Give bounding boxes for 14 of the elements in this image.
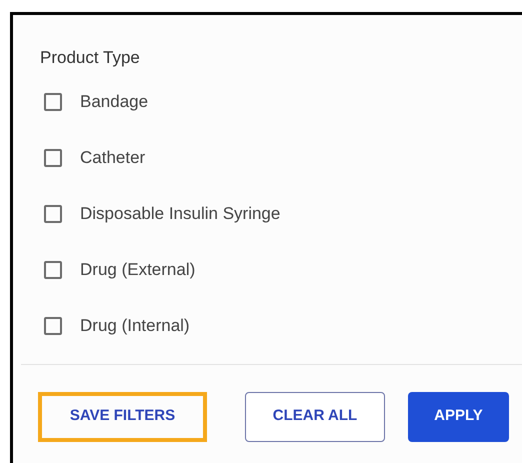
button[interactable]: SAVE FILTERS — [38, 392, 207, 442]
checkbox[interactable] — [44, 204, 62, 222]
section-title: Product Type — [40, 47, 141, 69]
option-label[interactable]: Drug (Internal) — [80, 312, 190, 338]
button[interactable]: APPLY — [408, 392, 509, 442]
option-label[interactable]: Drug (External) — [80, 256, 196, 282]
checkbox[interactable] — [44, 148, 62, 166]
option-label[interactable]: Bandage — [80, 88, 148, 114]
option-label[interactable]: Catheter — [80, 144, 146, 170]
option-label[interactable]: Disposable Insulin Syringe — [80, 200, 280, 226]
checkbox[interactable] — [44, 92, 62, 110]
button[interactable]: CLEAR ALL — [245, 392, 385, 442]
checkbox[interactable] — [44, 260, 62, 278]
checkbox[interactable] — [44, 316, 62, 334]
